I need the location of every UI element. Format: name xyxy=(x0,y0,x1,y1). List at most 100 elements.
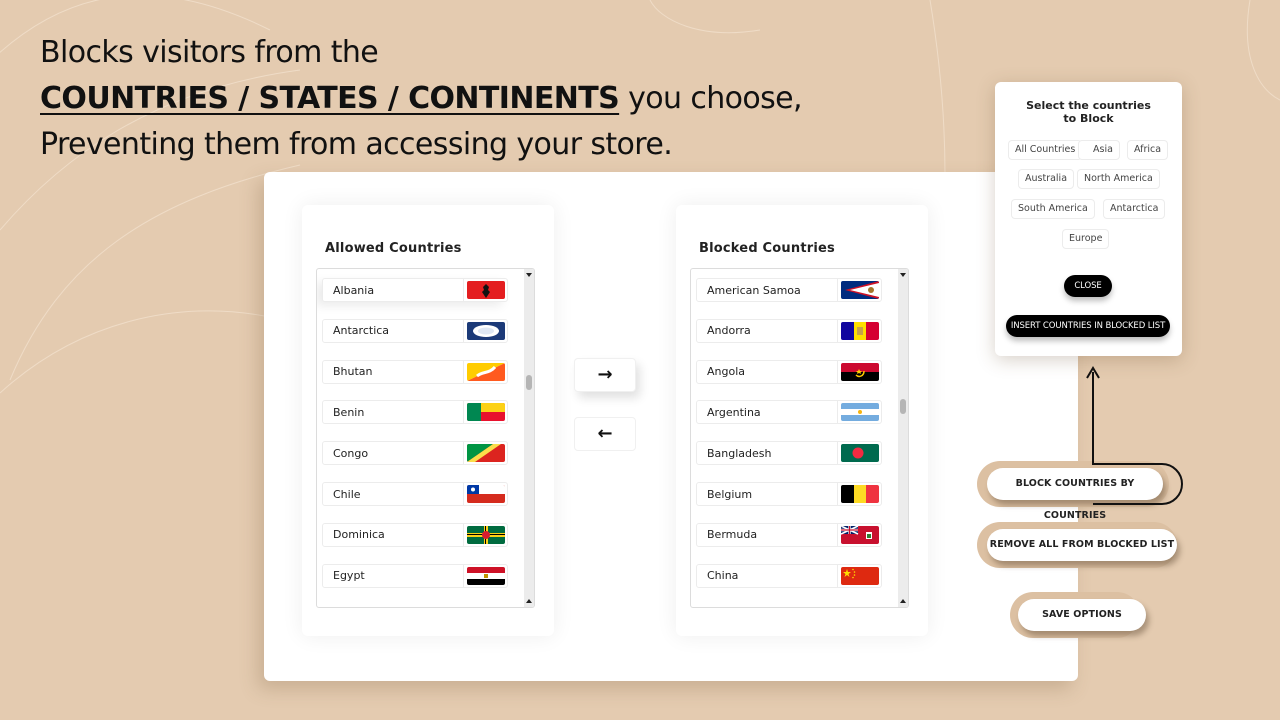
chile-flag-icon xyxy=(466,485,505,503)
arrow-right-icon: → xyxy=(597,364,613,385)
flag-container xyxy=(837,318,881,343)
flag-container xyxy=(463,563,507,588)
chip-south-america[interactable]: South America xyxy=(1011,199,1095,219)
chip-all-countries[interactable]: All Countries xyxy=(1008,140,1083,160)
country-list-item[interactable]: Congo xyxy=(322,441,508,466)
scroll-down-arrow-icon[interactable] xyxy=(900,273,906,277)
country-list-item[interactable]: Bangladesh xyxy=(696,441,882,466)
allowed-list-scrollbar[interactable] xyxy=(524,269,534,607)
country-name: Bermuda xyxy=(707,528,758,542)
flag-container xyxy=(837,278,881,302)
country-list-item[interactable]: China xyxy=(696,563,882,588)
country-name: Dominica xyxy=(333,528,385,542)
flag-container xyxy=(463,278,507,302)
scroll-up-arrow-icon[interactable] xyxy=(900,599,906,603)
blocked-countries-list[interactable]: American Samoa Andorra Angola Argentina Bang… xyxy=(690,268,909,608)
benin-flag-icon xyxy=(466,403,505,422)
bermuda-flag-icon xyxy=(840,525,879,544)
headline-line-1: Blocks visitors from the xyxy=(40,35,379,70)
headline-line-2: COUNTRIES / STATES / CONTINENTS you choo… xyxy=(40,76,803,122)
country-name: Egypt xyxy=(333,569,365,583)
country-list-item[interactable]: Chile xyxy=(322,482,508,506)
move-to-allowed-button[interactable]: ← xyxy=(574,417,636,451)
move-to-blocked-button[interactable]: → xyxy=(574,358,636,392)
antarctica-flag-icon xyxy=(466,321,505,340)
country-name: Belgium xyxy=(707,487,753,501)
albania-flag-icon xyxy=(466,281,505,299)
flag-container xyxy=(837,441,881,466)
flag-container xyxy=(463,359,507,384)
block-countries-by-countries-button[interactable]: BLOCK COUNTRIES BY COUNTRIES xyxy=(987,468,1163,521)
blocked-countries-title: Blocked Countries xyxy=(699,241,835,256)
country-name: Argentina xyxy=(707,405,761,419)
scroll-thumb[interactable] xyxy=(900,399,906,414)
select-continents-popup: Select the countries to Block All Countr… xyxy=(995,82,1182,356)
popup-title-line-2: to Block xyxy=(1063,112,1114,125)
country-list-item[interactable]: Bhutan xyxy=(322,359,508,384)
country-name: Bhutan xyxy=(333,365,373,379)
country-name: Andorra xyxy=(707,324,751,338)
chip-antarctica[interactable]: Antarctica xyxy=(1103,199,1166,219)
blocked-countries-card: Blocked Countries American Samoa Andorra A… xyxy=(676,205,928,636)
insert-countries-in-blocked-list-button[interactable]: INSERT COUNTRIES IN BLOCKED LIST xyxy=(1006,315,1170,337)
country-name: Benin xyxy=(333,405,365,419)
headline-line-2-rest: you choose, xyxy=(619,81,803,116)
headline-line-3: Preventing them from accessing your stor… xyxy=(40,127,673,162)
country-list-item[interactable]: Andorra xyxy=(696,318,882,343)
argentina-flag-icon xyxy=(840,403,879,422)
chip-north-america[interactable]: North America xyxy=(1077,169,1160,189)
blocked-list-scrollbar[interactable] xyxy=(898,269,908,607)
china-flag-icon xyxy=(840,566,879,585)
bangladesh-flag-icon xyxy=(840,444,879,463)
andorra-flag-icon xyxy=(840,321,879,340)
scroll-down-arrow-icon[interactable] xyxy=(526,273,532,277)
country-name: Albania xyxy=(333,283,375,297)
flag-container xyxy=(463,482,507,506)
country-list-item[interactable]: Argentina xyxy=(696,400,882,425)
close-button[interactable]: CLOSE xyxy=(1064,275,1112,297)
country-manager-panel: Allowed Countries Albania Antarctica Bhuta… xyxy=(264,172,1078,681)
country-list-item[interactable]: Dominica xyxy=(322,522,508,547)
country-list-item[interactable]: Belgium xyxy=(696,482,882,506)
american-samoa-flag-icon xyxy=(840,281,879,299)
chip-europe[interactable]: Europe xyxy=(1062,229,1110,249)
chip-australia[interactable]: Australia xyxy=(1018,169,1075,189)
country-list-item[interactable]: Bermuda xyxy=(696,522,882,547)
remove-all-from-blocked-button[interactable]: REMOVE ALL FROM BLOCKED LIST xyxy=(987,529,1177,561)
scroll-thumb[interactable] xyxy=(526,375,532,390)
allowed-countries-list[interactable]: Albania Antarctica Bhutan Benin Congo Chile Do… xyxy=(316,268,535,608)
flag-container xyxy=(463,400,507,425)
angola-flag-icon xyxy=(840,362,879,381)
headline: Blocks visitors from the COUNTRIES / STA… xyxy=(40,30,803,168)
country-list-item[interactable]: Angola xyxy=(696,359,882,384)
popup-title-line-1: Select the countries xyxy=(1026,99,1151,112)
country-list-item[interactable]: Benin xyxy=(322,400,508,425)
belgium-flag-icon xyxy=(840,485,879,503)
bhutan-flag-icon xyxy=(466,362,505,381)
country-name: Angola xyxy=(707,365,746,379)
allowed-countries-title: Allowed Countries xyxy=(325,241,462,256)
flag-container xyxy=(463,441,507,466)
country-name: China xyxy=(707,569,739,583)
flag-container xyxy=(837,522,881,547)
country-list-item[interactable]: Antarctica xyxy=(322,318,508,343)
flag-container xyxy=(463,522,507,547)
allowed-countries-card: Allowed Countries Albania Antarctica Bhuta… xyxy=(302,205,554,636)
flag-container xyxy=(837,482,881,506)
country-list-item[interactable]: American Samoa xyxy=(696,278,882,302)
country-name: Antarctica xyxy=(333,324,390,338)
country-name: American Samoa xyxy=(707,283,801,297)
scroll-up-arrow-icon[interactable] xyxy=(526,599,532,603)
country-list-item[interactable]: Albania xyxy=(322,278,508,302)
congo-flag-icon xyxy=(466,444,505,463)
flag-container xyxy=(837,359,881,384)
flag-container xyxy=(837,400,881,425)
chip-asia[interactable]: Asia xyxy=(1078,140,1120,160)
country-name: Congo xyxy=(333,446,369,460)
arrow-left-icon: ← xyxy=(597,423,613,444)
save-options-button[interactable]: SAVE OPTIONS xyxy=(1018,599,1146,631)
flag-container xyxy=(837,563,881,588)
flag-container xyxy=(463,318,507,343)
chip-africa[interactable]: Africa xyxy=(1127,140,1169,160)
country-list-item[interactable]: Egypt xyxy=(322,563,508,588)
